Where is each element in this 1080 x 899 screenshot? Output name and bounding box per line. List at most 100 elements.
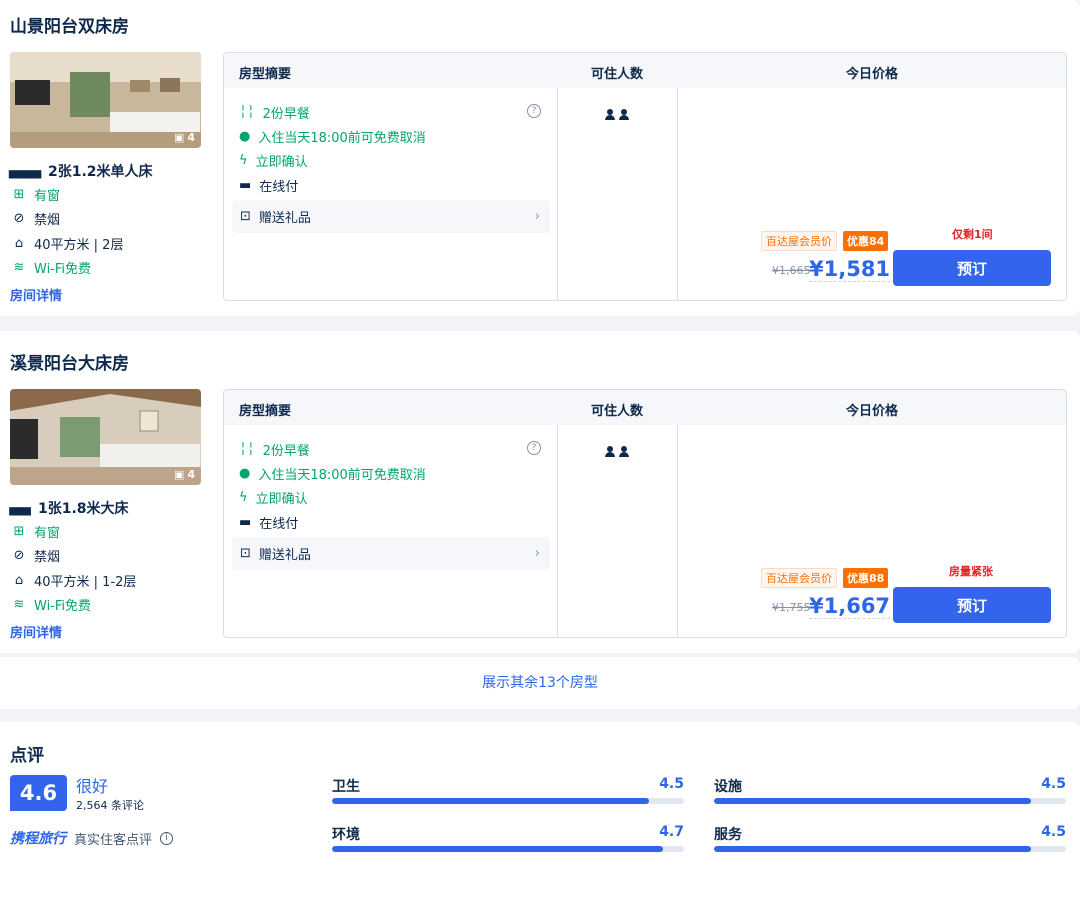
room-title: 溪景阳台大床房 xyxy=(10,354,129,374)
info-icon[interactable]: i xyxy=(160,831,174,845)
book-button[interactable]: 预订 xyxy=(893,587,1051,623)
header-price: 今日价格 xyxy=(846,404,899,419)
reviews-title: 点评 xyxy=(10,746,44,766)
subscore-fill xyxy=(332,846,663,852)
subscore-value: 4.5 xyxy=(1041,776,1066,792)
smoking-info: ⊘ 禁烟 xyxy=(10,209,60,228)
smoking-info: ⊘ 禁烟 xyxy=(10,546,60,565)
header-guests: 可住人数 xyxy=(591,67,644,82)
subscore-bar xyxy=(332,846,684,852)
wifi-info: ≋ Wi-Fi免费 xyxy=(10,258,91,277)
subscore-name: 环境 xyxy=(332,827,360,843)
no-smoking-icon: ⊘ xyxy=(13,548,25,563)
card-icon: ▬ xyxy=(239,515,252,530)
gift-row[interactable]: ⊡ 赠送礼品 › xyxy=(232,200,550,233)
gift-icon: ⊡ xyxy=(240,546,251,561)
person-icon xyxy=(619,109,629,120)
bed-info: ▄▄▄ 2张1.2米单人床 xyxy=(8,163,153,180)
window-info: ⊞ 有窗 xyxy=(10,522,60,541)
photo-count: ▣ 4 xyxy=(173,468,195,481)
cancel-policy: ● 入住当天18:00前可免费取消 xyxy=(239,129,426,146)
guest-count xyxy=(605,109,629,120)
chevron-right-icon: › xyxy=(534,546,540,561)
window-info: ⊞ 有窗 xyxy=(10,185,60,204)
area-info: ⌂ 40平方米 | 1-2层 xyxy=(10,571,137,590)
room-card: 溪景阳台大床房 ▣ 4 ▄▄ 1张1.8米大床 ⊞ 有窗 ⊘ 禁烟 ⌂ 40平方米 | 1… xyxy=(0,331,1080,653)
subscore-name: 卫生 xyxy=(332,779,360,795)
scarcity-label: 房量紧张 xyxy=(949,565,993,578)
check-circle-icon: ● xyxy=(239,466,251,481)
room-details-link[interactable]: 房间详情 xyxy=(10,622,62,641)
rating-word: 很好 xyxy=(76,777,109,796)
person-icon xyxy=(605,109,615,120)
book-button[interactable]: 预订 xyxy=(893,250,1051,286)
double-bed-icon: ▄▄ xyxy=(9,500,31,516)
window-icon: ⊞ xyxy=(13,524,25,539)
show-more-rooms-link[interactable]: 展示其余13个房型 xyxy=(0,657,1080,709)
review-source: 携程旅行 真实住客点评 i xyxy=(10,828,174,848)
chevron-right-icon: › xyxy=(534,209,540,224)
photo-count: ▣ 4 xyxy=(173,131,195,144)
wifi-info: ≋ Wi-Fi免费 xyxy=(10,595,91,614)
room-photo[interactable]: ▣ 4 xyxy=(10,389,201,485)
subscore-value: 4.5 xyxy=(1041,824,1066,840)
image-icon: ▣ xyxy=(173,131,185,144)
header-guests: 可住人数 xyxy=(591,404,644,419)
room-card: 山景阳台双床房 ▣ 4 ▄▄▄ 2张1.2米单人床 ⊞ 有窗 ⊘ 禁烟 ⌂ 40平方米 |… xyxy=(0,0,1080,316)
subscore-value: 4.7 xyxy=(659,824,684,840)
overall-score: 4.6 xyxy=(10,775,67,811)
card-icon: ▬ xyxy=(239,178,252,193)
rate-table-header: 房型摘要 可住人数 今日价格 xyxy=(224,390,1066,425)
review-count[interactable]: 2,564 条评论 xyxy=(76,797,144,813)
no-smoking-icon: ⊘ xyxy=(13,211,25,226)
breakfast-policy: ╎╎ 2份早餐 xyxy=(239,105,310,122)
column-divider xyxy=(557,88,558,300)
lightning-icon: ϟ xyxy=(239,490,248,505)
subscore-fill xyxy=(714,846,1031,852)
area-icon: ⌂ xyxy=(14,236,24,251)
breakfast-policy: ╎╎ 2份早餐 xyxy=(239,442,310,459)
rate-table: 房型摘要 可住人数 今日价格 ╎╎ 2份早餐 ? ● 入住当天18:00前可免费取消… xyxy=(223,389,1067,638)
original-price: ¥1,665 xyxy=(772,264,811,277)
column-divider xyxy=(677,88,678,300)
header-summary: 房型摘要 xyxy=(239,404,292,419)
column-divider xyxy=(677,425,678,637)
subscore-bar xyxy=(714,798,1066,804)
header-price: 今日价格 xyxy=(846,67,899,82)
current-price[interactable]: ¥1,667 xyxy=(809,594,891,619)
subscore-bar xyxy=(714,846,1066,852)
help-icon[interactable]: ? xyxy=(527,104,541,118)
member-discount: 优惠84 xyxy=(843,231,889,251)
member-label: 百达屋会员价 xyxy=(761,568,837,588)
current-price[interactable]: ¥1,581 xyxy=(809,257,891,282)
utensils-icon: ╎╎ xyxy=(239,442,255,457)
reviews-section: 点评 4.6 很好 2,564 条评论 携程旅行 真实住客点评 i 卫生 4.5… xyxy=(0,722,1080,899)
gift-row[interactable]: ⊡ 赠送礼品 › xyxy=(232,537,550,570)
wifi-icon: ≋ xyxy=(13,260,25,275)
twin-bed-icon: ▄▄▄ xyxy=(8,163,42,179)
review-source-text: 真实住客点评 xyxy=(74,832,153,848)
room-photo[interactable]: ▣ 4 xyxy=(10,52,201,148)
confirm-policy: ϟ 立即确认 xyxy=(239,153,308,170)
subscore-value: 4.5 xyxy=(659,776,684,792)
utensils-icon: ╎╎ xyxy=(239,105,255,120)
column-divider xyxy=(557,425,558,637)
payment-policy: ▬ 在线付 xyxy=(239,515,299,532)
guest-count xyxy=(605,446,629,457)
help-icon[interactable]: ? xyxy=(527,441,541,455)
lightning-icon: ϟ xyxy=(239,153,248,168)
member-price-tag: 百达屋会员价 优惠84 xyxy=(761,231,889,251)
rate-table: 房型摘要 可住人数 今日价格 ╎╎ 2份早餐 ? ● 入住当天18:00前可免费取消… xyxy=(223,52,1067,301)
member-price-tag: 百达屋会员价 优惠88 xyxy=(761,568,889,588)
check-circle-icon: ● xyxy=(239,129,251,144)
person-icon xyxy=(605,446,615,457)
subscore-fill xyxy=(714,798,1031,804)
member-discount: 优惠88 xyxy=(843,568,889,588)
wifi-icon: ≋ xyxy=(13,597,25,612)
bed-info: ▄▄ 1张1.8米大床 xyxy=(9,500,129,517)
cancel-policy: ● 入住当天18:00前可免费取消 xyxy=(239,466,426,483)
original-price: ¥1,755 xyxy=(772,601,811,614)
room-details-link[interactable]: 房间详情 xyxy=(10,285,62,304)
member-label: 百达屋会员价 xyxy=(761,231,837,251)
subscore-name: 设施 xyxy=(714,779,742,795)
